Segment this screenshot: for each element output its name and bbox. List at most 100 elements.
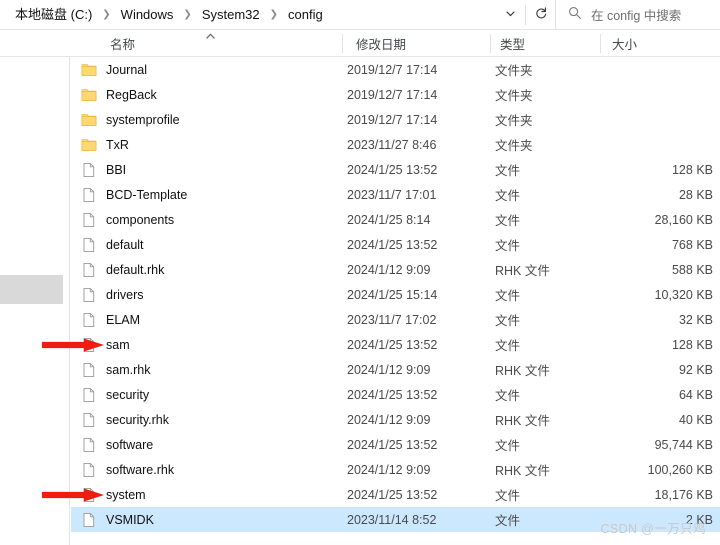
breadcrumb[interactable]: 本地磁盘 (C:) ❯ Windows ❯ System32 ❯ config [0, 0, 496, 29]
breadcrumb-item-config[interactable]: config [285, 6, 326, 23]
file-name-label: components [106, 212, 175, 227]
file-row[interactable]: default 2024/1/25 13:52 文件 768 KB [71, 232, 720, 257]
file-list[interactable]: Journal 2019/12/7 17:14 文件夹 RegBack 2019/12/… [71, 57, 720, 532]
navigation-pane-placeholder-block [0, 275, 63, 304]
file-name-cell[interactable]: components [71, 207, 174, 232]
file-icon [81, 187, 97, 203]
column-header-date-modified[interactable]: 修改日期 [356, 30, 406, 57]
file-type-cell: 文件 [495, 489, 521, 503]
breadcrumb-item-windows[interactable]: Windows [118, 6, 177, 23]
file-row[interactable]: systemprofile 2019/12/7 17:14 文件夹 [71, 107, 720, 132]
file-row[interactable]: ELAM 2023/11/7 17:02 文件 32 KB [71, 307, 720, 332]
file-name-cell[interactable]: BBI [71, 157, 126, 182]
refresh-icon [534, 6, 548, 23]
file-name-cell[interactable]: BCD-Template [71, 182, 187, 207]
file-size-cell: 128 KB [671, 162, 713, 177]
folder-icon [81, 87, 97, 103]
file-name-cell[interactable]: sam.rhk [71, 357, 150, 382]
file-row[interactable]: security.rhk 2024/1/12 9:09 RHK 文件 40 KB [71, 407, 720, 432]
file-name-label: BCD-Template [106, 187, 188, 202]
file-type-cell: 文件 [495, 439, 521, 453]
column-header-size[interactable]: 大小 [612, 30, 637, 57]
column-divider[interactable] [490, 34, 491, 53]
column-header-type[interactable]: 类型 [500, 30, 525, 57]
column-header-row[interactable]: 名称 修改日期 类型 大小 [0, 30, 720, 57]
column-divider[interactable] [600, 34, 601, 53]
file-name-cell[interactable]: default.rhk [71, 257, 164, 282]
file-name-cell[interactable]: software.rhk [71, 457, 174, 482]
file-icon [81, 437, 97, 453]
file-icon [81, 337, 97, 353]
file-name-cell[interactable]: RegBack [71, 82, 157, 107]
file-type-cell: 文件 [495, 239, 521, 253]
file-name-cell[interactable]: security.rhk [71, 407, 169, 432]
file-row[interactable]: Journal 2019/12/7 17:14 文件夹 [71, 57, 720, 82]
file-type-cell: 文件 [495, 214, 521, 228]
file-type-cell: 文件 [495, 289, 521, 303]
file-row[interactable]: default.rhk 2024/1/12 9:09 RHK 文件 588 KB [71, 257, 720, 282]
file-name-cell[interactable]: system [71, 482, 146, 507]
file-size-cell: 100,260 KB [647, 462, 713, 477]
file-size-cell: 28 KB [678, 187, 713, 202]
file-icon [81, 237, 97, 253]
file-icon [81, 412, 97, 428]
file-name-cell[interactable]: drivers [71, 282, 144, 307]
file-name-label: software [106, 437, 154, 452]
chevron-down-icon [504, 7, 517, 23]
breadcrumb-separator-icon: ❯ [269, 8, 279, 20]
file-name-label: VSMIDK [106, 512, 154, 527]
file-icon [81, 512, 97, 528]
refresh-button[interactable] [526, 0, 555, 29]
column-header-name[interactable]: 名称 [110, 30, 135, 57]
file-name-cell[interactable]: software [71, 432, 153, 457]
file-date-cell: 2024/1/25 13:52 [347, 487, 438, 502]
breadcrumb-item-system32[interactable]: System32 [199, 6, 263, 23]
breadcrumb-separator-icon: ❯ [102, 8, 111, 20]
address-dropdown-button[interactable] [496, 0, 525, 29]
file-row[interactable]: security 2024/1/25 13:52 文件 64 KB [71, 382, 720, 407]
file-size-cell: 95,744 KB [654, 437, 713, 452]
file-icon [81, 262, 97, 278]
file-name-cell[interactable]: security [71, 382, 149, 407]
sort-ascending-caret-icon [206, 33, 215, 39]
address-bar[interactable]: 本地磁盘 (C:) ❯ Windows ❯ System32 ❯ config [0, 0, 720, 30]
file-name-cell[interactable]: Journal [71, 57, 147, 82]
column-divider[interactable] [342, 34, 343, 53]
file-name-cell[interactable]: default [71, 232, 144, 257]
file-size-cell: 18,176 KB [654, 487, 713, 502]
file-icon [81, 387, 97, 403]
file-row[interactable]: BCD-Template 2023/11/7 17:01 文件 28 KB [71, 182, 720, 207]
navigation-pane[interactable] [0, 30, 70, 545]
file-name-cell[interactable]: sam [71, 332, 130, 357]
file-icon [81, 212, 97, 228]
file-date-cell: 2024/1/25 13:52 [347, 337, 438, 352]
search-icon [568, 6, 582, 23]
file-name-cell[interactable]: VSMIDK [71, 507, 154, 532]
file-row[interactable]: software.rhk 2024/1/12 9:09 RHK 文件 100,260 … [71, 457, 720, 482]
file-date-cell: 2023/11/14 8:52 [347, 512, 437, 527]
breadcrumb-item-drive[interactable]: 本地磁盘 (C:) [12, 6, 95, 23]
file-row[interactable]: components 2024/1/25 8:14 文件 28,160 KB [71, 207, 720, 232]
file-row[interactable]: BBI 2024/1/25 13:52 文件 128 KB [71, 157, 720, 182]
file-row[interactable]: sam.rhk 2024/1/12 9:09 RHK 文件 92 KB [71, 357, 720, 382]
file-row[interactable]: sam 2024/1/25 13:52 文件 128 KB [71, 332, 720, 357]
file-row[interactable]: RegBack 2019/12/7 17:14 文件夹 [71, 82, 720, 107]
file-date-cell: 2024/1/12 9:09 [347, 262, 431, 277]
file-name-cell[interactable]: systemprofile [71, 107, 180, 132]
search-input[interactable]: 在 config 中搜索 [555, 0, 720, 29]
file-date-cell: 2024/1/12 9:09 [347, 362, 431, 377]
file-name-cell[interactable]: TxR [71, 132, 129, 157]
file-type-cell: RHK 文件 [495, 364, 550, 378]
file-size-cell [566, 132, 713, 157]
file-row[interactable]: software 2024/1/25 13:52 文件 95,744 KB [71, 432, 720, 457]
file-size-cell: 92 KB [678, 362, 713, 377]
file-icon [81, 287, 97, 303]
file-type-cell: 文件夹 [495, 114, 533, 128]
file-row[interactable]: drivers 2024/1/25 15:14 文件 10,320 KB [71, 282, 720, 307]
file-name-label: security [106, 387, 150, 402]
file-name-cell[interactable]: ELAM [71, 307, 140, 332]
file-row[interactable]: TxR 2023/11/27 8:46 文件夹 [71, 132, 720, 157]
file-row[interactable]: system 2024/1/25 13:52 文件 18,176 KB [71, 482, 720, 507]
file-date-cell: 2024/1/25 13:52 [347, 162, 438, 177]
file-name-label: default [106, 237, 144, 252]
